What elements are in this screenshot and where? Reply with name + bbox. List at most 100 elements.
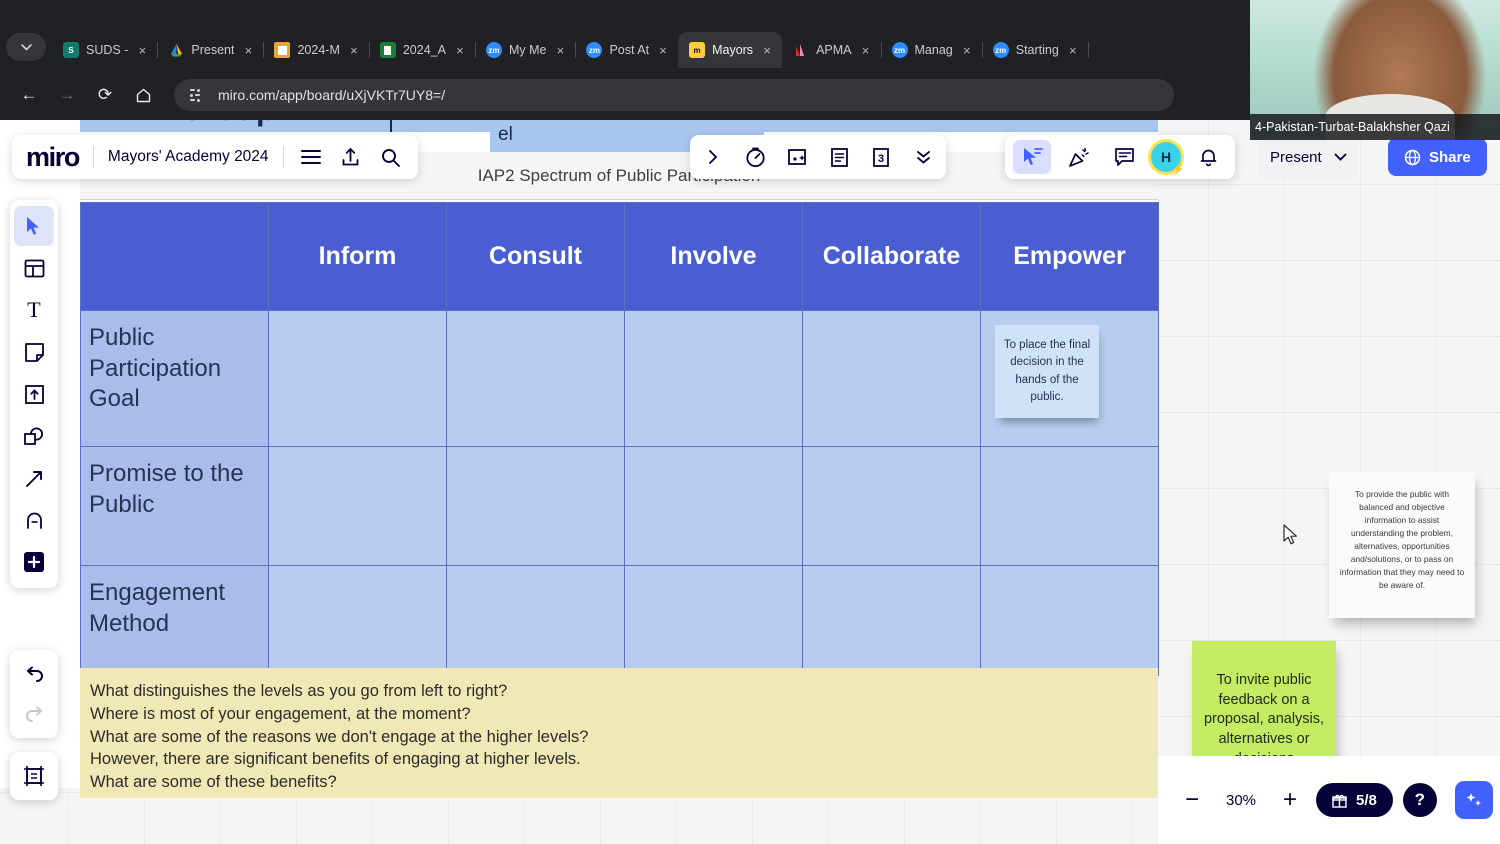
row-label-goal: Public Participation Goal — [80, 310, 269, 447]
select-tool[interactable] — [14, 206, 54, 246]
cell-goal-inform[interactable] — [268, 310, 447, 447]
cell-method-inform[interactable] — [268, 565, 447, 676]
search-icon[interactable] — [378, 144, 404, 170]
undo-button[interactable] — [14, 654, 54, 694]
zoom-icon: zm — [992, 42, 1009, 58]
miro-board-canvas[interactable]: Group 2 Facilitators: Yizhao Yang & Fern… — [0, 120, 1500, 844]
cell-method-collaborate[interactable] — [802, 565, 981, 676]
browser-tab[interactable]: S SUDS - × — [52, 32, 159, 68]
column-header-empower[interactable]: Empower — [980, 202, 1159, 311]
cell-goal-consult[interactable] — [446, 310, 625, 447]
browser-tab[interactable]: zm Manag × — [881, 32, 983, 68]
browser-tab[interactable]: zm Post At × — [575, 32, 680, 68]
credits-badge[interactable]: 5/8 — [1316, 783, 1393, 817]
upload-tool[interactable] — [14, 374, 54, 414]
reload-button[interactable]: ⟳ — [86, 76, 124, 114]
close-icon[interactable]: × — [960, 43, 974, 58]
templates-tool[interactable] — [14, 248, 54, 288]
back-button[interactable]: ← — [10, 76, 48, 114]
text-tool[interactable]: T — [14, 290, 54, 330]
cell-promise-involve[interactable] — [624, 446, 803, 566]
browser-tab[interactable]: Present × — [157, 32, 265, 68]
miro-ai-button[interactable] — [1454, 781, 1493, 819]
miro-top-right-bar: H ⚡ — [1005, 135, 1235, 179]
cell-promise-empower[interactable] — [980, 446, 1159, 566]
celebrate-icon[interactable] — [1059, 140, 1097, 174]
browser-tab[interactable]: 2024_A × — [369, 32, 476, 68]
site-settings-icon[interactable] — [190, 87, 207, 104]
cursor-select-icon[interactable] — [1013, 140, 1051, 174]
table-row: Public Participation Goal To place the f… — [80, 310, 1159, 447]
shapes-tool[interactable] — [14, 416, 54, 456]
table-row: Promise to the Public — [80, 446, 1159, 566]
frames-button[interactable] — [14, 756, 54, 796]
cell-promise-inform[interactable] — [268, 446, 447, 566]
sticky-note-inform-goal[interactable]: To provide the public with balanced and … — [1329, 472, 1475, 618]
tab-search-button[interactable] — [6, 33, 46, 61]
comment-icon[interactable] — [1105, 140, 1143, 174]
cell-method-involve[interactable] — [624, 565, 803, 676]
help-button[interactable]: ? — [1402, 783, 1437, 817]
close-icon[interactable]: × — [241, 43, 255, 58]
question-line: Where is most of your engagement, at the… — [90, 704, 471, 723]
frames-panel-group — [10, 752, 58, 800]
close-icon[interactable]: × — [760, 43, 774, 58]
close-icon[interactable]: × — [453, 43, 467, 58]
browser-tab[interactable]: m Mayors × — [678, 32, 783, 68]
avatar[interactable]: H ⚡ — [1151, 142, 1185, 176]
cell-promise-consult[interactable] — [446, 446, 625, 566]
close-icon[interactable]: × — [347, 43, 361, 58]
frame-sparkle-icon[interactable] — [784, 144, 810, 170]
cell-method-consult[interactable] — [446, 565, 625, 676]
cell-goal-empower[interactable]: To place the final decision in the hands… — [980, 310, 1159, 447]
bell-icon[interactable] — [1189, 140, 1227, 174]
column-header-collaborate[interactable]: Collaborate — [802, 202, 981, 311]
cell-goal-involve[interactable] — [624, 310, 803, 447]
video-participant-tile[interactable]: 4-Pakistan-Turbat-Balakhsher Qazi — [1250, 0, 1500, 140]
browser-tab[interactable]: APMA × — [782, 32, 882, 68]
browser-tab[interactable]: 2024-M × — [263, 32, 370, 68]
timer-icon[interactable] — [742, 144, 768, 170]
sticky-note-empower-goal[interactable]: To place the final decision in the hands… — [995, 325, 1099, 418]
redo-button[interactable] — [14, 694, 54, 734]
close-icon[interactable]: × — [553, 43, 567, 58]
browser-tab[interactable]: zm Starting × — [982, 32, 1089, 68]
cell-method-empower[interactable] — [980, 565, 1159, 676]
column-header-involve[interactable]: Involve — [624, 202, 803, 311]
browser-tab-label: SUDS - — [86, 43, 129, 57]
more-apps-tool[interactable] — [14, 542, 54, 582]
hamburger-menu-icon[interactable] — [298, 144, 324, 170]
browser-tab[interactable]: zm My Me × — [475, 32, 577, 68]
chevron-right-icon[interactable] — [700, 144, 726, 170]
close-icon[interactable]: × — [656, 43, 670, 58]
sticky-note-tool[interactable] — [14, 332, 54, 372]
share-button[interactable]: Share — [1388, 138, 1487, 176]
cell-goal-collaborate[interactable] — [802, 310, 981, 447]
close-icon[interactable]: × — [135, 43, 149, 58]
miro-logo[interactable]: miro — [26, 142, 80, 173]
zoom-out-button[interactable]: − — [1172, 780, 1212, 820]
share-upload-icon[interactable] — [338, 144, 364, 170]
zoom-in-button[interactable]: + — [1270, 780, 1310, 820]
connector-tool[interactable] — [14, 458, 54, 498]
home-button[interactable] — [124, 76, 162, 114]
present-group[interactable]: Present — [1258, 135, 1359, 179]
close-icon[interactable]: × — [859, 43, 873, 58]
pen-tool[interactable] — [14, 500, 54, 540]
browser-tab-label: Starting — [1015, 43, 1059, 57]
browser-tab-label: 2024-M — [297, 43, 340, 57]
column-header-inform[interactable]: Inform — [268, 202, 447, 311]
forward-button[interactable]: → — [48, 76, 86, 114]
close-icon[interactable]: × — [1066, 43, 1080, 58]
board-title[interactable]: Mayors' Academy 2024 — [108, 148, 269, 166]
sparkles-icon — [1466, 793, 1481, 806]
address-bar[interactable]: miro.com/app/board/uXjVKTr7UY8=/ — [174, 79, 1174, 111]
present-label[interactable]: Present — [1270, 149, 1322, 166]
cell-promise-collaborate[interactable] — [802, 446, 981, 566]
column-header-consult[interactable]: Consult — [446, 202, 625, 311]
double-chevron-down-icon[interactable] — [910, 144, 936, 170]
notes-icon[interactable] — [826, 144, 852, 170]
vote-3-icon[interactable]: 3 — [868, 144, 894, 170]
chevron-down-icon[interactable] — [1334, 148, 1347, 166]
zoom-level-label[interactable]: 30% — [1212, 792, 1270, 809]
